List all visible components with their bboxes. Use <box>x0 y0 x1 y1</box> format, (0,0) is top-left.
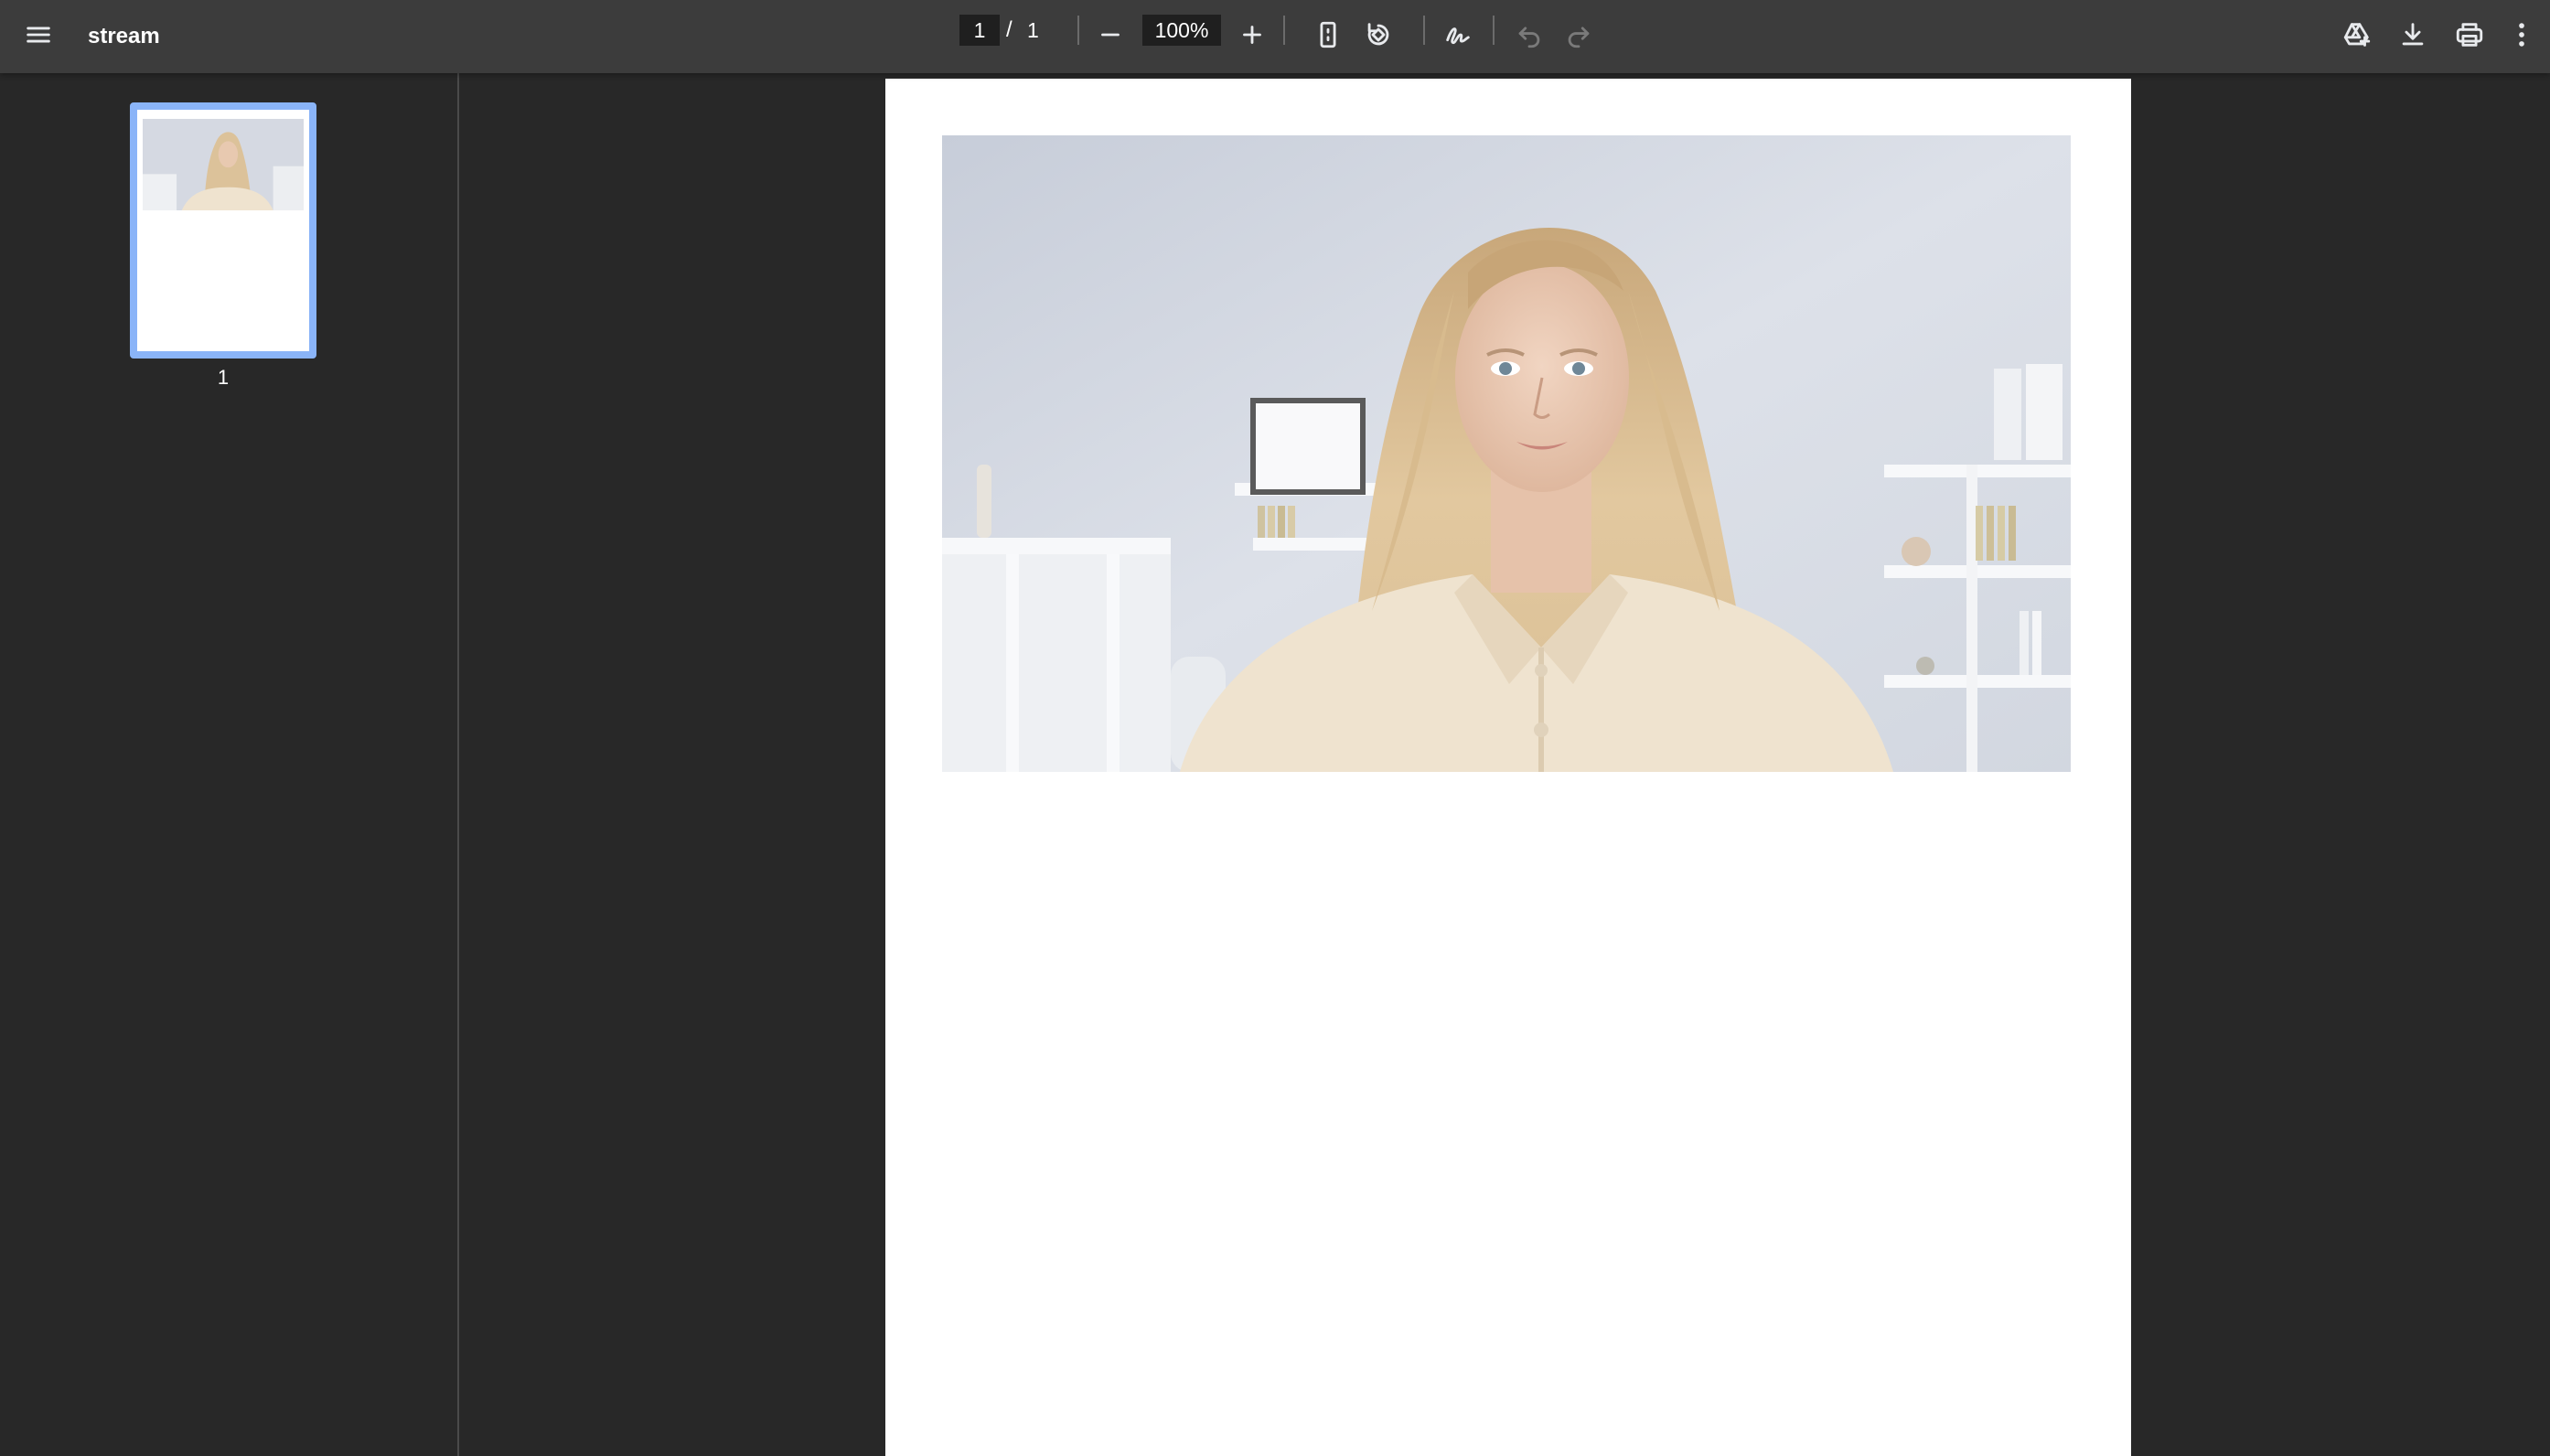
thumbnail-photo <box>143 119 304 210</box>
toolbar-divider <box>1077 16 1079 45</box>
portrait-photo <box>942 135 2071 772</box>
annotate-button[interactable] <box>1436 15 1480 59</box>
toolbar-divider <box>1283 16 1285 45</box>
download-button[interactable] <box>2391 15 2435 59</box>
menu-icon <box>23 19 54 55</box>
toolbar-divider <box>1493 16 1495 45</box>
page-number-input[interactable] <box>959 15 1000 46</box>
more-options-button[interactable] <box>2503 15 2540 59</box>
page-total: 1 <box>1027 18 1039 42</box>
save-to-drive-icon <box>2341 19 2373 55</box>
pdf-page <box>885 79 2131 1456</box>
thumbnail-page-label: 1 <box>217 366 230 389</box>
rotate-icon <box>1363 19 1394 55</box>
document-title: stream <box>88 24 160 48</box>
zoom-out-icon <box>1095 19 1126 55</box>
fit-page-button[interactable] <box>1306 15 1350 59</box>
redo-button[interactable] <box>1557 15 1601 59</box>
thumbnail-sidebar: 1 <box>0 73 459 1456</box>
zoom-input[interactable] <box>1142 15 1221 46</box>
undo-button[interactable] <box>1507 15 1551 59</box>
save-to-drive-button[interactable] <box>2335 15 2379 59</box>
print-icon <box>2454 19 2485 55</box>
pdf-toolbar: stream / 1 <box>0 0 2550 73</box>
zoom-out-button[interactable] <box>1088 15 1132 59</box>
download-icon <box>2397 19 2428 55</box>
toolbar-divider <box>1423 16 1425 45</box>
page-separator: / <box>1006 17 1012 42</box>
annotate-icon <box>1442 19 1473 55</box>
zoom-in-icon <box>1237 19 1268 55</box>
print-button[interactable] <box>2448 15 2491 59</box>
menu-button[interactable] <box>16 15 60 59</box>
rotate-button[interactable] <box>1356 15 1400 59</box>
redo-icon <box>1563 19 1594 55</box>
fit-page-icon <box>1312 19 1344 55</box>
page-thumbnail[interactable] <box>130 102 316 359</box>
zoom-in-button[interactable] <box>1230 15 1274 59</box>
more-vert-icon <box>2506 19 2537 55</box>
undo-icon <box>1514 19 1545 55</box>
document-viewer[interactable] <box>461 73 2550 1456</box>
